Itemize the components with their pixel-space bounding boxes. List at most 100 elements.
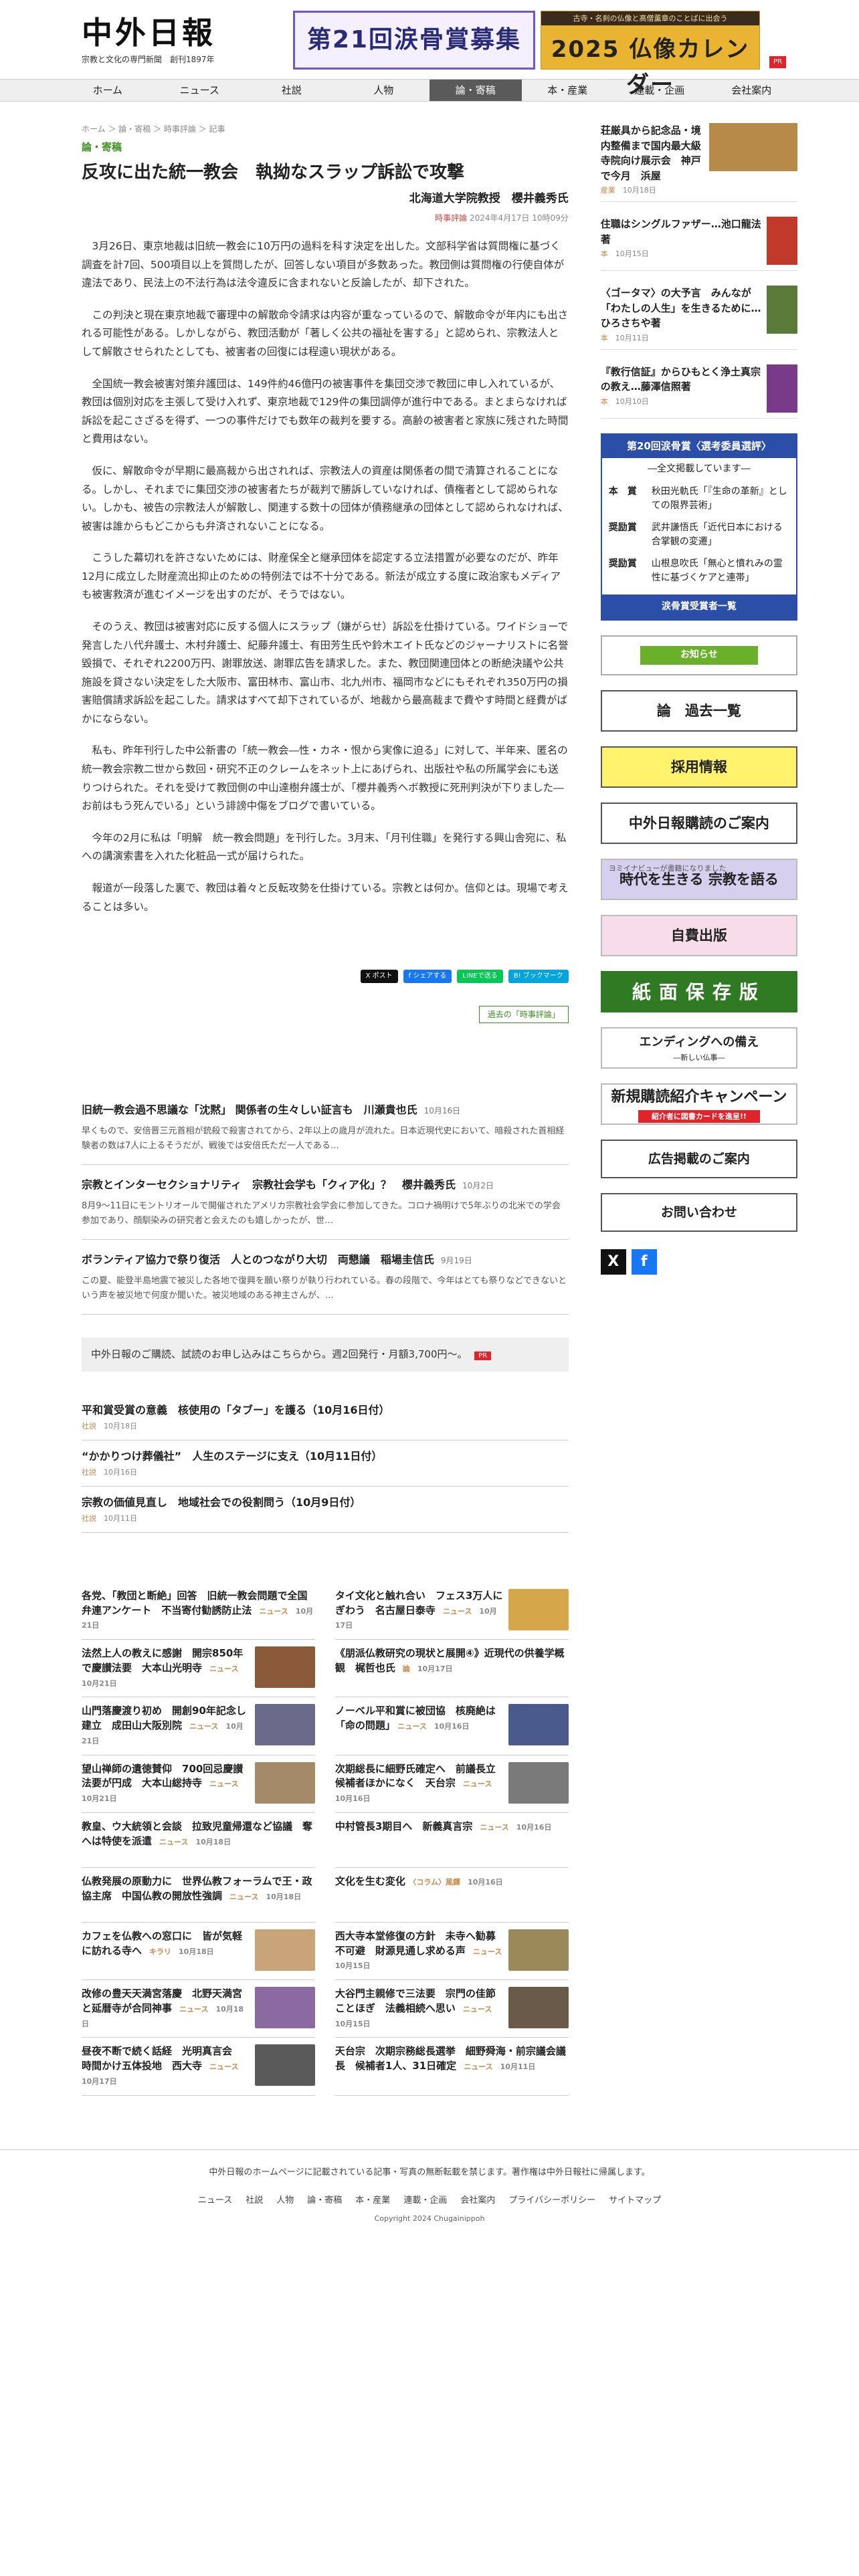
news-item[interactable]: 大谷門主親修で三法要 宗門の佳節ことほぎ 法義相続へ思い ニュース 10月15日 bbox=[335, 1980, 569, 2038]
share-line-button[interactable]: LINEで送る bbox=[457, 970, 503, 983]
news-thumbnail[interactable] bbox=[508, 1761, 569, 1804]
subscribe-guide-banner[interactable]: 中外日報購読のご案内 bbox=[600, 802, 797, 845]
news-item[interactable]: 望山禅師の遺徳賛仰 700回忌慶讃法要が円成 大本山総持寺 ニュース 10月21… bbox=[82, 1755, 315, 1813]
sidebar-thumbnail[interactable] bbox=[767, 217, 797, 265]
award-row[interactable]: 奨励賞 武井謙悟氏「近代日本における合掌観の変遷」 bbox=[602, 517, 796, 553]
notice-banner[interactable]: お知らせ bbox=[600, 635, 797, 676]
footer-link[interactable]: 連載・企画 bbox=[403, 2195, 447, 2206]
news-title[interactable]: 次期総長に細野氏確定へ 前議長立候補者ほかになく 天台宗 ニュース 10月16日 bbox=[335, 1762, 503, 1806]
sidebar-article[interactable]: 〈ゴータマ〉の大予言 みんなが「わたしの人生」を生きるために…ひろさちや著本 1… bbox=[600, 286, 797, 350]
x-icon[interactable]: X bbox=[600, 1249, 626, 1275]
sidebar-article-title[interactable]: 荘厳具から記念品・境内整備まで国内最大級 寺院向け展示会 神戸で今月 浜屋 bbox=[601, 123, 711, 183]
subscribe-bar[interactable]: 中外日報のご購読、試読のお申し込みはこちらから。週2回発行・月額3,700円〜。… bbox=[82, 1337, 569, 1372]
news-title[interactable]: カフェを仏教への窓口に 皆が気軽に訪れる寺へ キラリ 10月18日 bbox=[82, 1929, 250, 1959]
footer-link[interactable]: 人物 bbox=[276, 2195, 294, 2206]
news-thumbnail[interactable] bbox=[508, 1987, 569, 2029]
sidebar-article-title[interactable]: 『教行信証』からひもとく浄土真宗の教え…藤澤信照著 bbox=[601, 364, 761, 395]
news-thumbnail[interactable] bbox=[508, 1588, 569, 1630]
news-thumbnail[interactable] bbox=[254, 1987, 315, 2029]
footer-link[interactable]: サイトマップ bbox=[609, 2195, 661, 2206]
editorial-title[interactable]: 宗教の価値見直し 地域社会での役割問う（10月9日付） bbox=[82, 1495, 569, 1511]
news-title[interactable]: ノーベル平和賞に被団協 核廃絶は「命の問題」 ニュース 10月16日 bbox=[335, 1704, 503, 1733]
ruikotsu-award-banner[interactable]: 第21回涙骨賞募集 bbox=[293, 11, 535, 70]
news-title[interactable]: 文化を生む変化 〈コラム〉風鐸 10月16日 bbox=[335, 1874, 569, 1889]
related-article[interactable]: 旧統一教会過不思議な「沈黙」 関係者の生々しい証言も 川瀬貴也氏 10月16日 早く… bbox=[82, 1090, 569, 1166]
news-thumbnail[interactable] bbox=[508, 1704, 569, 1746]
editorial-item[interactable]: “かかりつけ葬儀社” 人生のステージに支え（10月11日付） 社説 10月16日 bbox=[82, 1440, 569, 1487]
award-row[interactable]: 本 賞 秋田光軌氏「『生命の革新』としての限界芸術」 bbox=[602, 481, 796, 517]
editorial-title[interactable]: 平和賞受賞の意義 核使用の「タブー」を護る（10月16日付） bbox=[82, 1402, 569, 1419]
sidebar-thumbnail[interactable] bbox=[767, 286, 797, 334]
news-title[interactable]: 改修の豊天天満宮落慶 北野天満宮と延暦寺が合同神事 ニュース 10月18日 bbox=[82, 1987, 250, 2030]
news-item[interactable]: 改修の豊天天満宮落慶 北野天満宮と延暦寺が合同神事 ニュース 10月18日 bbox=[82, 1980, 315, 2038]
related-article[interactable]: ボランティア協力で祭り復活 人とのつながり大切 両懇議 稲場圭信氏 9月19日 この… bbox=[82, 1240, 569, 1315]
news-item[interactable]: 仏教発展の原動力に 世界仏教フォーラムで王・政協主席 中国仏教の開放性強調 ニュ… bbox=[82, 1868, 315, 1923]
editorial-item[interactable]: 宗教の価値見直し 地域社会での役割問う（10月9日付） 社説 10月11日 bbox=[82, 1487, 569, 1533]
nav-item[interactable]: ホーム bbox=[62, 80, 154, 101]
news-title[interactable]: 各党、「教団と断絶」回答 旧統一教会問題で全国弁連アンケート 不当寄付勧誘防止法… bbox=[82, 1589, 315, 1632]
news-title[interactable]: 昼夜不断で続く話経 光明真言会 時間かけ五体投地 西大寺 ニュース 10月17日 bbox=[82, 2044, 250, 2088]
sidebar-article[interactable]: 住職はシングルファザー…池口龍法著本 10月15日 bbox=[600, 217, 797, 272]
award-row[interactable]: 奨励賞 山根息吹氏「無心と憤れみの霊性に基づくケアと連帯」 bbox=[602, 553, 796, 589]
news-thumbnail[interactable] bbox=[254, 1704, 315, 1746]
news-thumbnail[interactable] bbox=[254, 2044, 315, 2086]
footer-link[interactable]: 会社案内 bbox=[460, 2195, 495, 2206]
news-item[interactable]: 天台宗 次期宗務総長選挙 細野舜海・前宗議会議長 候補者1人、31日確定 ニュー… bbox=[335, 2038, 569, 2096]
news-item[interactable]: カフェを仏教への窓口に 皆が気軽に訪れる寺へ キラリ 10月18日 bbox=[82, 1923, 315, 1981]
self-publishing-banner[interactable]: 自費出版 bbox=[600, 915, 797, 957]
award-box[interactable]: 第20回涙骨賞〈選考委員選評〉 ―全文掲載しています― 本 賞 秋田光軌氏「『生命… bbox=[600, 433, 797, 621]
news-title[interactable]: 《朋派仏教研究の現状と展開④》近現代の供養学概観 梶哲也氏 論 10月17日 bbox=[335, 1646, 569, 1676]
sidebar-article[interactable]: 『教行信証』からひもとく浄土真宗の教え…藤澤信照著本 10月10日 bbox=[600, 364, 797, 419]
news-title[interactable]: 法然上人の教えに感謝 開宗850年で慶讃法要 大本山光明寺 ニュース 10月21… bbox=[82, 1646, 250, 1690]
news-thumbnail[interactable] bbox=[254, 1646, 315, 1689]
article-tag[interactable]: 時事評論 bbox=[435, 213, 467, 223]
news-title[interactable]: 山門落慶渡り初め 開創90年記念し建立 成田山大阪別院 ニュース 10月21日 bbox=[82, 1704, 250, 1747]
series-archive-link[interactable]: 過去の「時事評論」 bbox=[478, 1005, 569, 1024]
sidebar-article[interactable]: 荘厳具から記念品・境内整備まで国内最大級 寺院向け展示会 神戸で今月 浜屋 産業 … bbox=[600, 123, 797, 203]
nav-item[interactable]: 社説 bbox=[246, 80, 338, 101]
news-item[interactable]: 西大寺本堂修復の方針 未寺へ勧募不可避 財源見通し求める声 ニュース 10月15… bbox=[335, 1923, 569, 1981]
news-title[interactable]: 望山禅師の遺徳賛仰 700回忌慶讃法要が円成 大本山総持寺 ニュース 10月21… bbox=[82, 1762, 250, 1806]
footer-link[interactable]: 本・産業 bbox=[355, 2195, 390, 2206]
sidebar-article-title[interactable]: 住職はシングルファザー…池口龍法著 bbox=[601, 217, 761, 247]
news-thumbnail[interactable] bbox=[254, 1929, 315, 1971]
news-item[interactable]: 《朋派仏教研究の現状と展開④》近現代の供養学概観 梶哲也氏 論 10月17日 bbox=[335, 1640, 569, 1698]
site-logo[interactable]: 中外日報 宗教と文化の専門新聞 創刊1897年 bbox=[82, 17, 222, 66]
archive-banner[interactable]: 論 過去一覧 bbox=[600, 690, 797, 732]
nav-item[interactable]: ニュース bbox=[154, 80, 246, 101]
news-title[interactable]: 仏教発展の原動力に 世界仏教フォーラムで王・政協主席 中国仏教の開放性強調 ニュ… bbox=[82, 1874, 315, 1904]
related-title[interactable]: 宗教とインターセクショナリティ 宗教社会学も「クィア化」？ 櫻井義秀氏 10月2日 bbox=[82, 1177, 569, 1194]
news-thumbnail[interactable] bbox=[254, 1761, 315, 1804]
news-title[interactable]: 中村管長3期目へ 新義真言宗 ニュース 10月16日 bbox=[335, 1820, 569, 1834]
news-item[interactable]: 教皇、ウ大統領と会談 拉致児童帰還など協議 奪へは特使を派遣 ニュース 10月1… bbox=[82, 1813, 315, 1868]
news-item[interactable]: 各党、「教団と断絶」回答 旧統一教会問題で全国弁連アンケート 不当寄付勧誘防止法… bbox=[82, 1582, 315, 1640]
news-item[interactable]: 次期総長に細野氏確定へ 前議長立候補者ほかになく 天台宗 ニュース 10月16日 bbox=[335, 1755, 569, 1813]
news-item[interactable]: 法然上人の教えに感謝 開宗850年で慶讃法要 大本山光明寺 ニュース 10月21… bbox=[82, 1640, 315, 1698]
news-thumbnail[interactable] bbox=[508, 1929, 569, 1971]
breadcrumb[interactable]: ホーム ＞ 論・寄稿 ＞ 時事評論 ＞ 記事 bbox=[82, 123, 569, 136]
sidebar-thumbnail[interactable] bbox=[767, 364, 797, 413]
news-item[interactable]: 山門落慶渡り初め 開創90年記念し建立 成田山大阪別院 ニュース 10月21日 bbox=[82, 1697, 315, 1755]
related-article[interactable]: 宗教とインターセクショナリティ 宗教社会学も「クィア化」？ 櫻井義秀氏 10月2日… bbox=[82, 1165, 569, 1241]
news-title[interactable]: 教皇、ウ大統領と会談 拉致児童帰還など協議 奪へは特使を派遣 ニュース 10月1… bbox=[82, 1820, 315, 1849]
facebook-icon[interactable]: f bbox=[631, 1249, 657, 1275]
news-item[interactable]: 文化を生む変化 〈コラム〉風鐸 10月16日 bbox=[335, 1868, 569, 1923]
nav-item[interactable]: 人物 bbox=[338, 80, 430, 101]
news-item[interactable]: タイ文化と触れ合い フェス3万人にぎわう 名古屋日泰寺 ニュース 10月17日 bbox=[335, 1582, 569, 1640]
archive-edition-banner[interactable]: 紙面保存版 bbox=[600, 971, 797, 1013]
sidebar-article-title[interactable]: 〈ゴータマ〉の大予言 みんなが「わたしの人生」を生きるために…ひろさちや著 bbox=[601, 286, 761, 331]
editorial-item[interactable]: 平和賞受賞の意義 核使用の「タブー」を護る（10月16日付） 社説 10月18日 bbox=[82, 1394, 569, 1441]
news-item[interactable]: 昼夜不断で続く話経 光明真言会 時間かけ五体投地 西大寺 ニュース 10月17日 bbox=[82, 2038, 315, 2096]
book-banner[interactable]: ヨミイナビューが書籍になりました 時代を生きる 宗教を語る bbox=[600, 859, 797, 901]
recruit-banner[interactable]: 採用情報 bbox=[600, 746, 797, 788]
calendar-banner[interactable]: 古寺・名刹の仏像と高僧薫章のことばに出会う 2025 仏像カレンダー bbox=[541, 11, 760, 98]
news-title[interactable]: 西大寺本堂修復の方針 未寺へ勧募不可避 財源見通し求める声 ニュース 10月15… bbox=[335, 1929, 503, 1973]
related-title[interactable]: ボランティア協力で祭り復活 人とのつながり大切 両懇議 稲場圭信氏 9月19日 bbox=[82, 1252, 569, 1269]
share-x-button[interactable]: X ポスト bbox=[360, 970, 398, 983]
news-item[interactable]: ノーベル平和賞に被団協 核廃絶は「命の問題」 ニュース 10月16日 bbox=[335, 1697, 569, 1755]
news-title[interactable]: 大谷門主親修で三法要 宗門の佳節ことほぎ 法義相続へ思い ニュース 10月15日 bbox=[335, 1987, 503, 2030]
footer-link[interactable]: プライバシーポリシー bbox=[508, 2195, 595, 2206]
award-winners-link[interactable]: 涙骨賞受賞者一覧 bbox=[601, 594, 796, 620]
ending-banner[interactable]: エンディングへの備え ―新しい仏事― bbox=[600, 1027, 797, 1069]
editorial-title[interactable]: “かかりつけ葬儀社” 人生のステージに支え（10月11日付） bbox=[82, 1448, 569, 1465]
